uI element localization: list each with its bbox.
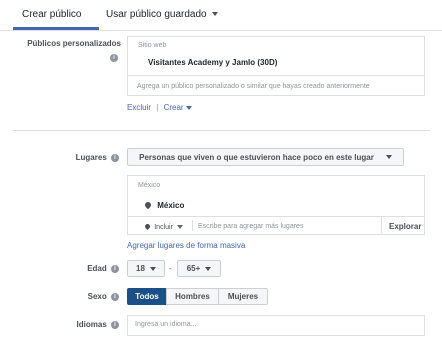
section-divider — [13, 130, 430, 131]
locations-label-text: Lugares — [75, 153, 107, 162]
age-label: Edad i — [0, 264, 119, 273]
selected-custom-audience[interactable]: Visitantes Academy y Jamlo (30D) — [148, 58, 277, 67]
location-search-input[interactable]: Escribe para agregar más lugares — [198, 223, 303, 230]
exclude-link[interactable]: Excluir — [127, 103, 151, 112]
age-separator: - — [169, 264, 172, 273]
custom-audience-actions: Excluir | Crear — [127, 103, 192, 112]
info-icon[interactable]: i — [111, 320, 119, 329]
audience-source-type: Sitio web — [138, 42, 167, 49]
location-box: México México Incluir Escribe para agreg… — [127, 175, 425, 235]
include-selector[interactable]: Incluir — [143, 222, 183, 231]
chevron-down-icon — [211, 12, 218, 17]
chevron-down-icon — [149, 266, 156, 271]
age-label-text: Edad — [87, 264, 107, 273]
tab-bar: Crear público Usar público guardado — [0, 0, 442, 31]
locations-label-group: Lugares i — [0, 152, 119, 164]
chevron-down-icon — [185, 105, 192, 110]
languages-label-text: Idiomas — [76, 320, 107, 329]
include-label: Incluir — [154, 224, 173, 231]
gender-label-text: Sexo — [87, 292, 107, 301]
custom-audiences-label-group: Públicos personalizados i — [0, 39, 121, 69]
tab-saved-audience[interactable]: Usar público guardado — [106, 9, 218, 20]
divider — [128, 75, 424, 76]
language-input-placeholder: Ingresa un idioma... — [135, 321, 197, 328]
custom-audiences-label: Públicos personalizados — [27, 39, 121, 48]
locations-label: Lugares i — [76, 153, 119, 162]
tab-create-audience[interactable]: Crear público — [22, 9, 81, 20]
age-max-value: 65+ — [186, 264, 201, 273]
location-country-header: México — [138, 182, 161, 189]
custom-audience-box: Sitio web Visitantes Academy y Jamlo (30… — [127, 36, 425, 96]
gender-option-all[interactable]: Todos — [127, 288, 167, 305]
gender-option-men[interactable]: Hombres — [166, 288, 219, 305]
info-icon[interactable]: i — [110, 54, 118, 62]
divider — [128, 216, 424, 217]
info-icon[interactable]: i — [111, 264, 119, 273]
selected-location-label: México — [157, 201, 185, 210]
gender-label: Sexo i — [0, 292, 119, 301]
explore-button[interactable]: Explorar — [389, 222, 421, 231]
gender-option-women[interactable]: Mujeres — [218, 288, 268, 305]
language-input[interactable]: Ingresa un idioma... — [127, 315, 425, 336]
location-type-value: Personas que viven o que estuvieron hace… — [139, 152, 374, 162]
bulk-add-locations-link[interactable]: Agregar lugares de forma masiva — [127, 241, 245, 250]
divider — [192, 220, 193, 231]
chevron-down-icon — [205, 266, 212, 271]
action-separator: | — [156, 103, 159, 112]
tab-saved-audience-label: Usar público guardado — [106, 9, 207, 20]
selected-location[interactable]: México — [143, 200, 185, 210]
age-min-value: 18 — [136, 264, 145, 273]
location-type-dropdown[interactable]: Personas que viven o que estuvieron hace… — [127, 148, 404, 166]
info-icon[interactable]: i — [111, 153, 119, 162]
active-tab-indicator — [13, 27, 99, 30]
age-min-dropdown[interactable]: 18 — [127, 260, 165, 277]
create-audience-link[interactable]: Crear — [164, 103, 192, 112]
location-pin-icon — [143, 222, 152, 231]
custom-audience-input[interactable]: Agrega un público personalizado o simila… — [137, 83, 370, 90]
chevron-down-icon — [176, 224, 183, 229]
chevron-down-icon — [385, 155, 392, 159]
info-icon[interactable]: i — [111, 292, 119, 301]
location-pin-icon — [143, 200, 153, 210]
age-max-dropdown[interactable]: 65+ — [177, 260, 221, 277]
languages-label: Idiomas i — [0, 320, 119, 329]
divider — [381, 216, 382, 233]
create-audience-label: Crear — [163, 103, 184, 112]
